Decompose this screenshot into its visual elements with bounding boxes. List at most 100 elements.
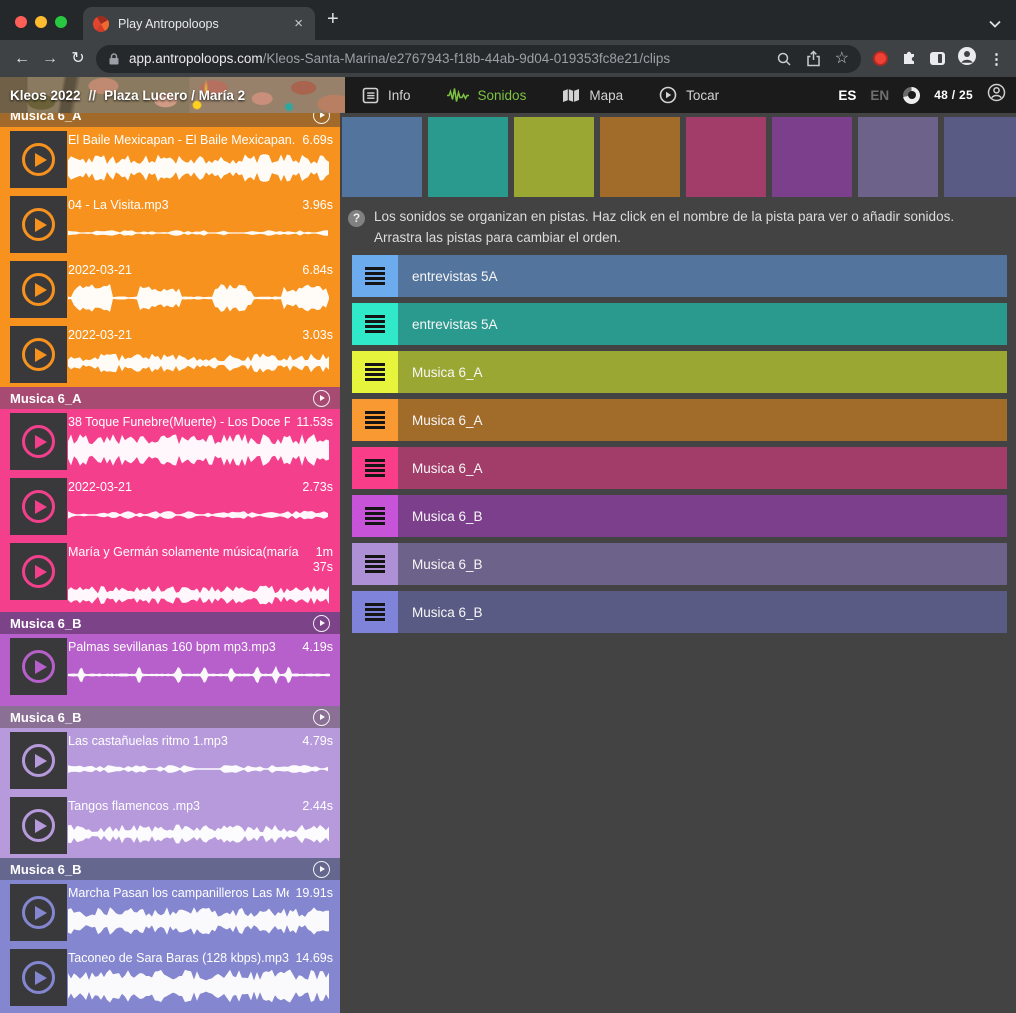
reload-button[interactable]: ↻ — [64, 51, 92, 67]
track-drag-handle[interactable] — [352, 399, 398, 441]
share-icon[interactable] — [806, 50, 821, 67]
track-label: Musica 6_A — [412, 461, 483, 476]
bookmark-star-icon[interactable]: ☆ — [835, 51, 849, 67]
track-drag-handle[interactable] — [352, 495, 398, 537]
track-swatch[interactable] — [772, 117, 852, 197]
clip-name[interactable]: 2022-03-21 — [68, 328, 296, 343]
section-play-icon[interactable] — [313, 390, 330, 407]
track-name-button[interactable]: Musica 6_A — [398, 399, 1007, 441]
track-name-button[interactable]: Musica 6_B — [398, 543, 1007, 585]
fullscreen-window-button[interactable] — [55, 16, 67, 28]
close-window-button[interactable] — [15, 16, 27, 28]
side-panel-icon[interactable] — [930, 52, 945, 65]
track-drag-handle[interactable] — [352, 255, 398, 297]
clip-name[interactable]: Marcha Pasan los campanilleros Las Mejor… — [68, 886, 289, 901]
clip-play-button[interactable] — [10, 638, 67, 695]
track-label: Musica 6_B — [412, 557, 483, 572]
clip-play-button[interactable] — [10, 196, 67, 253]
clip-name[interactable]: Tangos flamencos .mp3 — [68, 799, 296, 814]
location-title[interactable]: Plaza Lucero / María 2 — [104, 88, 245, 103]
clip-play-button[interactable] — [10, 732, 67, 789]
back-button[interactable]: ← — [8, 51, 36, 67]
track-name-button[interactable]: Musica 6_A — [398, 351, 1007, 393]
lang-es[interactable]: ES — [838, 88, 856, 103]
record-extension-icon[interactable] — [873, 51, 888, 66]
track-drag-handle[interactable] — [352, 543, 398, 585]
track-swatch[interactable] — [342, 117, 422, 197]
clip-name[interactable]: Las castañuelas ritmo 1.mp3 — [68, 734, 296, 749]
track-drag-handle[interactable] — [352, 351, 398, 393]
clip-play-button[interactable] — [10, 478, 67, 535]
clip-name[interactable]: 04 - La Visita.mp3 — [68, 198, 296, 213]
section-header[interactable]: Musica 6_A — [0, 387, 340, 409]
track-row[interactable]: Musica 6_B — [352, 543, 1007, 585]
clip-name[interactable]: 2022-03-21 — [68, 480, 296, 495]
track-row[interactable]: Musica 6_A — [352, 447, 1007, 489]
track-drag-handle[interactable] — [352, 447, 398, 489]
clip-play-button[interactable] — [10, 261, 67, 318]
zoom-page-icon[interactable] — [776, 51, 792, 67]
track-row[interactable]: entrevistas 5A — [352, 255, 1007, 297]
lang-en[interactable]: EN — [870, 88, 889, 103]
clip-name[interactable]: El Baile Mexicapan - El Baile Mexicapan.… — [68, 133, 296, 148]
tab-close-icon[interactable]: × — [292, 16, 305, 31]
browser-toolbar: ← → ↻ app.antropoloops.com/Kleos-Santa-M… — [0, 40, 1016, 77]
project-title[interactable]: Kleos 2022 — [10, 88, 81, 103]
browser-tab[interactable]: Play Antropoloops × — [83, 7, 315, 40]
track-swatch[interactable] — [686, 117, 766, 197]
clip-play-button[interactable] — [10, 543, 67, 600]
chrome-menu-icon[interactable]: ⋮ — [989, 50, 1004, 68]
track-row[interactable]: Musica 6_B — [352, 591, 1007, 633]
forward-button[interactable]: → — [36, 51, 64, 67]
clip-waveform — [68, 904, 331, 938]
clip-name[interactable]: María y Germán solamente música(maría 2.… — [68, 545, 301, 575]
clip-name[interactable]: 2022-03-21 — [68, 263, 296, 278]
clip-play-button[interactable] — [10, 326, 67, 383]
tab-search-chevron-icon[interactable] — [989, 15, 1001, 33]
minimize-window-button[interactable] — [35, 16, 47, 28]
nav-mapa[interactable]: Mapa — [562, 88, 623, 103]
clip-play-button[interactable] — [10, 884, 67, 941]
account-icon[interactable] — [987, 83, 1006, 107]
track-row[interactable]: entrevistas 5A — [352, 303, 1007, 345]
section-header[interactable]: Musica 6_A — [0, 113, 340, 127]
new-tab-button[interactable]: + — [327, 8, 339, 31]
track-name-button[interactable]: Musica 6_A — [398, 447, 1007, 489]
clip-play-button[interactable] — [10, 131, 67, 188]
track-drag-handle[interactable] — [352, 591, 398, 633]
track-row[interactable]: Musica 6_A — [352, 399, 1007, 441]
clip-play-button[interactable] — [10, 413, 67, 470]
extensions-puzzle-icon[interactable] — [901, 48, 917, 69]
track-name-button[interactable]: entrevistas 5A — [398, 255, 1007, 297]
nav-tocar[interactable]: Tocar — [659, 86, 719, 104]
section-header[interactable]: Musica 6_B — [0, 706, 340, 728]
track-swatch[interactable] — [514, 117, 594, 197]
help-text: Los sonidos se organizan en pistas. Haz … — [374, 206, 1002, 248]
section-play-icon[interactable] — [313, 615, 330, 632]
drag-handle-icon — [365, 267, 385, 285]
section-header[interactable]: Musica 6_B — [0, 612, 340, 634]
nav-info[interactable]: Info — [362, 87, 411, 104]
track-name-button[interactable]: entrevistas 5A — [398, 303, 1007, 345]
clip-name[interactable]: Taconeo de Sara Baras (128 kbps).mp3 — [68, 951, 289, 966]
clip-play-button[interactable] — [10, 797, 67, 854]
url-bar[interactable]: app.antropoloops.com/Kleos-Santa-Marina/… — [96, 45, 861, 73]
nav-sonidos[interactable]: Sonidos — [447, 88, 527, 103]
clip-name[interactable]: 38 Toque Funebre(Muerte) - Los Doce Par.… — [68, 415, 290, 430]
profile-avatar[interactable] — [958, 47, 976, 70]
track-row[interactable]: Musica 6_A — [352, 351, 1007, 393]
track-name-button[interactable]: Musica 6_B — [398, 591, 1007, 633]
clip-play-button[interactable] — [10, 949, 67, 1006]
track-swatch[interactable] — [600, 117, 680, 197]
section-header[interactable]: Musica 6_B — [0, 858, 340, 880]
section-play-icon[interactable] — [313, 709, 330, 726]
track-swatch[interactable] — [858, 117, 938, 197]
track-swatch[interactable] — [944, 117, 1016, 197]
track-swatch[interactable] — [428, 117, 508, 197]
section-play-icon[interactable] — [313, 861, 330, 878]
track-drag-handle[interactable] — [352, 303, 398, 345]
track-row[interactable]: Musica 6_B — [352, 495, 1007, 537]
section-play-icon[interactable] — [313, 113, 330, 124]
clip-name[interactable]: Palmas sevillanas 160 bpm mp3.mp3 — [68, 640, 296, 655]
track-name-button[interactable]: Musica 6_B — [398, 495, 1007, 537]
